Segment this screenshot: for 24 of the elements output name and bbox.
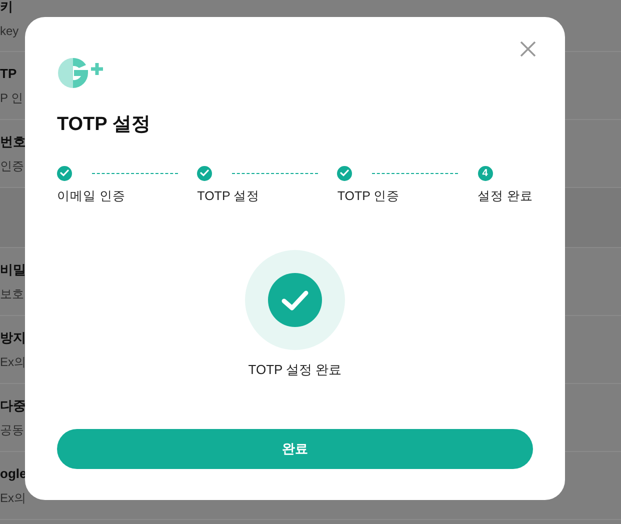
row-title: ogle bbox=[0, 466, 27, 482]
step-label: TOTP 인증 bbox=[337, 188, 400, 204]
row-title: 방지 bbox=[0, 330, 26, 346]
row-subtitle: P 인 bbox=[0, 90, 24, 106]
row-title: 비밀 bbox=[0, 262, 26, 278]
step-label: 설정 완료 bbox=[478, 188, 533, 204]
row-subtitle: Ex의 bbox=[0, 490, 26, 506]
done-button[interactable]: 완료 bbox=[57, 429, 533, 469]
row-title: TP bbox=[0, 66, 17, 82]
row-subtitle: Ex의 bbox=[0, 354, 26, 370]
dialog-title: TOTP 설정 bbox=[57, 113, 152, 137]
row-subtitle: key bbox=[0, 24, 19, 40]
close-icon bbox=[518, 38, 538, 59]
result-text: TOTP 설정 완료 bbox=[247, 360, 343, 378]
row-subtitle: 보호 bbox=[0, 286, 24, 302]
row-title: 키 bbox=[0, 0, 13, 16]
step-label: TOTP 설정 bbox=[197, 188, 260, 204]
row-subtitle: 인증 bbox=[0, 158, 24, 174]
row-title: 번호 bbox=[0, 134, 26, 150]
logo-icon bbox=[57, 57, 105, 89]
row-title: 다중 bbox=[0, 398, 26, 414]
row-subtitle: 공동 bbox=[0, 422, 24, 438]
step-number: 4 bbox=[478, 166, 493, 180]
step-label: 이메일 인증 bbox=[57, 188, 126, 204]
